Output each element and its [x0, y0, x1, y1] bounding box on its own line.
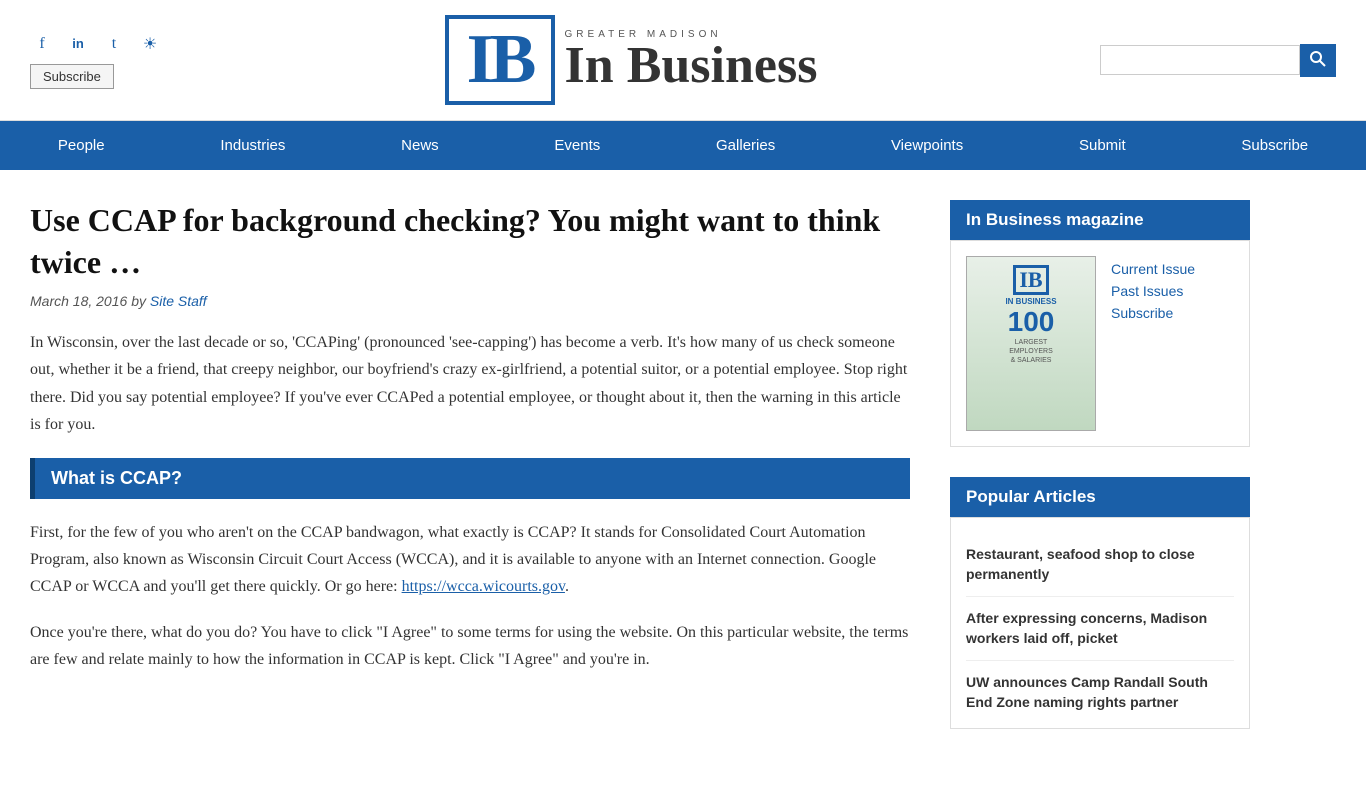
article-by: by — [131, 293, 150, 309]
cover-sub: LARGESTEMPLOYERS& SALARIES — [1005, 338, 1057, 365]
header-subscribe-button[interactable]: Subscribe — [30, 64, 114, 89]
article-author-link[interactable]: Site Staff — [150, 293, 207, 309]
twitter-icon[interactable]: t — [102, 32, 126, 56]
sidebar: In Business magazine IB IN BUSINESS 100 … — [950, 200, 1250, 759]
logo-box: IB — [445, 15, 555, 105]
logo-text-group: GREATER MADISON In Business — [555, 29, 818, 92]
search-icon — [1310, 51, 1326, 67]
instagram-icon[interactable]: ☀ — [138, 32, 162, 56]
magazine-links: Current Issue Past Issues Subscribe — [1111, 256, 1195, 431]
site-header: f in t ☀ Subscribe IB GREATER MADISON In… — [0, 0, 1366, 121]
sidebar-magazine-section: In Business magazine IB IN BUSINESS 100 … — [950, 200, 1250, 447]
popular-article-2-link[interactable]: After expressing concerns, Madison worke… — [966, 610, 1207, 646]
article-body: In Wisconsin, over the last decade or so… — [30, 329, 910, 673]
nav-events[interactable]: Events — [534, 121, 620, 170]
facebook-icon[interactable]: f — [30, 32, 54, 56]
past-issues-link[interactable]: Past Issues — [1111, 283, 1195, 299]
nav-galleries[interactable]: Galleries — [696, 121, 795, 170]
article-meta: March 18, 2016 by Site Staff — [30, 293, 910, 309]
cover-logo-box: IB — [1013, 265, 1049, 295]
magazine-cover-image: IB IN BUSINESS 100 LARGESTEMPLOYERS& SAL… — [966, 256, 1096, 431]
header-search — [1100, 44, 1336, 77]
site-logo: IB GREATER MADISON In Business — [445, 15, 818, 105]
cover-logo-ib: IB — [1019, 267, 1042, 293]
search-button[interactable] — [1300, 44, 1336, 77]
article-title: Use CCAP for background checking? You mi… — [30, 200, 910, 283]
main-container: Use CCAP for background checking? You mi… — [0, 170, 1366, 789]
social-icons-group: f in t ☀ — [30, 32, 162, 56]
nav-news[interactable]: News — [381, 121, 459, 170]
linkedin-icon[interactable]: in — [66, 32, 90, 56]
article-date: March 18, 2016 — [30, 293, 127, 309]
sidebar-magazine-title: In Business magazine — [950, 200, 1250, 240]
popular-article-3-link[interactable]: UW announces Camp Randall South End Zone… — [966, 674, 1208, 710]
article-paragraph-1: In Wisconsin, over the last decade or so… — [30, 329, 910, 438]
magazine-subscribe-link[interactable]: Subscribe — [1111, 305, 1195, 321]
article-paragraph-3: Once you're there, what do you do? You h… — [30, 619, 910, 673]
header-left: f in t ☀ Subscribe — [30, 32, 162, 89]
magazine-box: IB IN BUSINESS 100 LARGESTEMPLOYERS& SAL… — [950, 240, 1250, 447]
popular-articles-list: Restaurant, seafood shop to close perman… — [950, 517, 1250, 729]
cover-title-text: IN BUSINESS — [1005, 297, 1056, 306]
nav-industries[interactable]: Industries — [200, 121, 305, 170]
main-article: Use CCAP for background checking? You mi… — [30, 200, 910, 759]
logo-inbusiness-text: In Business — [565, 40, 818, 92]
ccap-link[interactable]: https://wcca.wicourts.gov — [402, 578, 565, 595]
popular-article-1-link[interactable]: Restaurant, seafood shop to close perman… — [966, 546, 1195, 582]
popular-article-1: Restaurant, seafood shop to close perman… — [966, 533, 1234, 597]
popular-article-3: UW announces Camp Randall South End Zone… — [966, 661, 1234, 712]
current-issue-link[interactable]: Current Issue — [1111, 261, 1195, 277]
cover-badge: 100 — [1008, 306, 1055, 338]
logo-ib-letters: IB — [467, 25, 533, 95]
sidebar-popular-title: Popular Articles — [950, 477, 1250, 517]
main-nav: People Industries News Events Galleries … — [0, 121, 1366, 170]
nav-people[interactable]: People — [38, 121, 125, 170]
article-section-header: What is CCAP? — [30, 458, 910, 499]
article-paragraph-2: First, for the few of you who aren't on … — [30, 519, 910, 601]
nav-viewpoints[interactable]: Viewpoints — [871, 121, 983, 170]
popular-article-2: After expressing concerns, Madison worke… — [966, 597, 1234, 661]
nav-subscribe[interactable]: Subscribe — [1221, 121, 1328, 170]
nav-submit[interactable]: Submit — [1059, 121, 1146, 170]
sidebar-popular-section: Popular Articles Restaurant, seafood sho… — [950, 477, 1250, 729]
search-input[interactable] — [1100, 45, 1300, 75]
